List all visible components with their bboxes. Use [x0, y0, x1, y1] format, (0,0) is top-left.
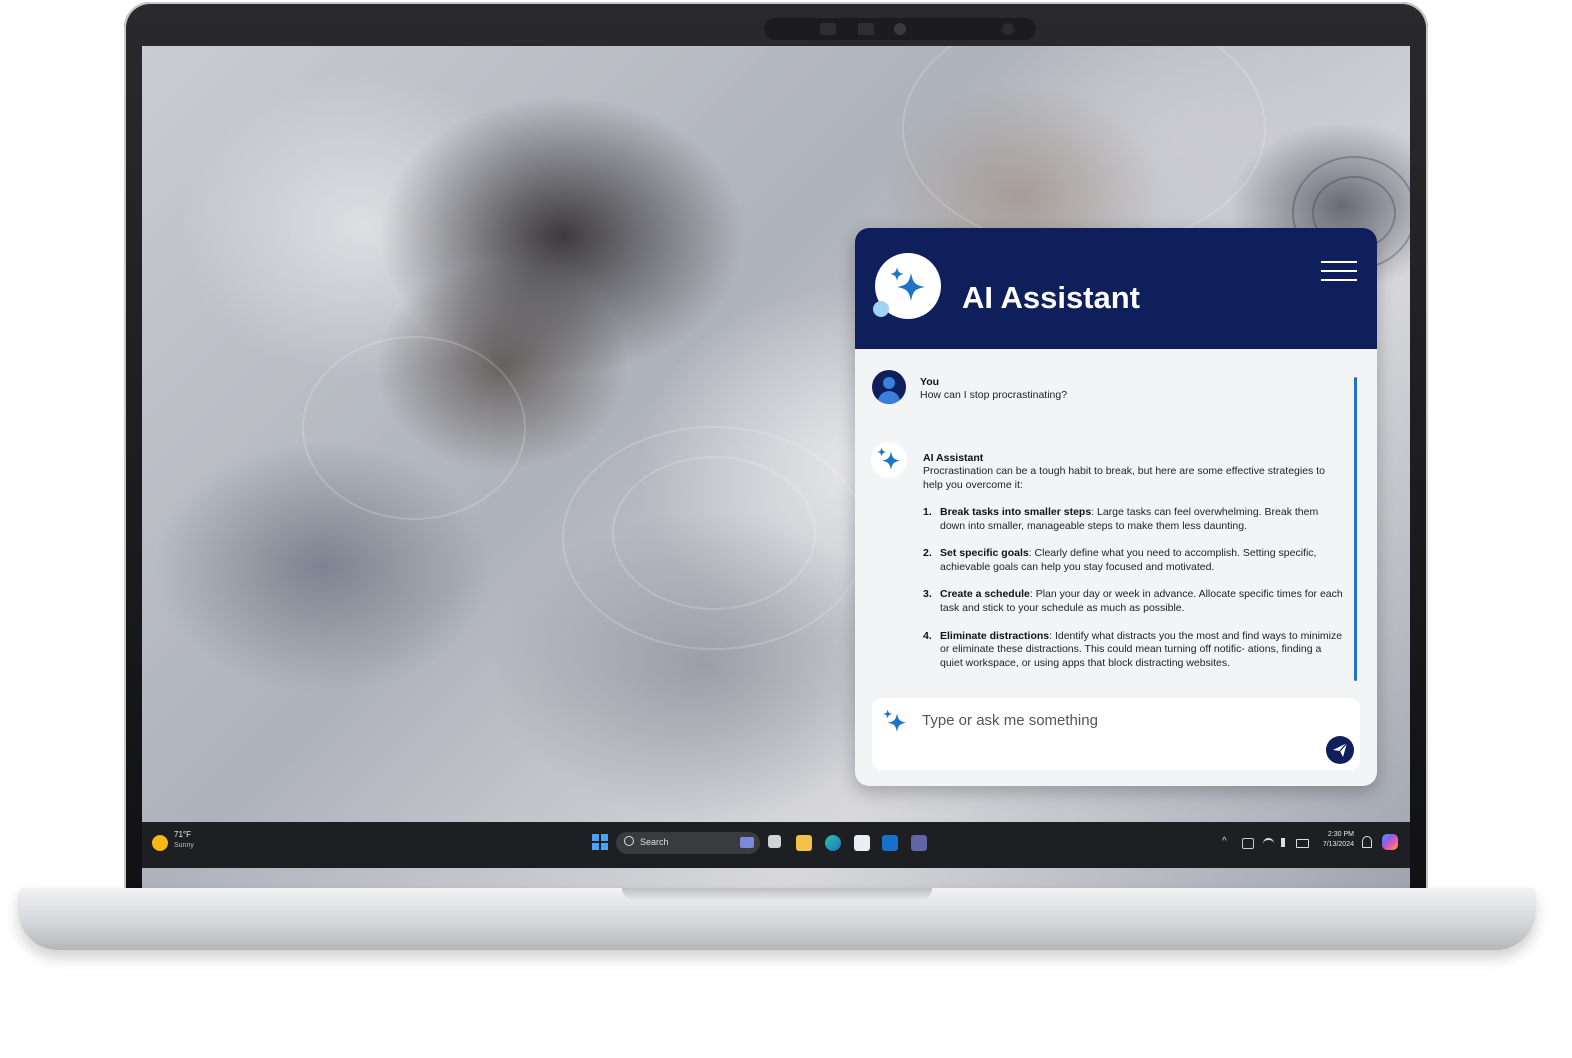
taskbar: 71°F Sunny Search ^ 2:30 PM 7/13/2024	[142, 822, 1410, 868]
send-icon	[1333, 742, 1348, 757]
copilot-icon[interactable]	[1382, 834, 1398, 850]
sparkle-icon	[877, 447, 901, 470]
chat-input[interactable]	[920, 709, 1314, 731]
strategy-list: 1. Break tasks into smaller steps: Large …	[923, 506, 1343, 684]
chevron-up-icon[interactable]: ^	[1222, 836, 1227, 847]
weather-temperature[interactable]: 71°F	[174, 830, 191, 839]
sensor-icon	[858, 23, 874, 35]
list-item-term: Set specific goals	[940, 547, 1029, 560]
hamburger-menu-icon[interactable]	[1321, 258, 1359, 284]
panel-title: AI Assistant	[962, 280, 1141, 315]
ai-message-sender: AI Assistant	[923, 452, 984, 464]
send-button[interactable]	[1326, 736, 1354, 764]
start-icon[interactable]	[592, 834, 608, 850]
ai-assistant-panel: AI Assistant You How can I stop procrast…	[855, 228, 1377, 786]
store-icon[interactable]	[854, 835, 870, 851]
list-item-term: Eliminate distractions	[940, 629, 1050, 642]
network-tray-icon[interactable]	[1242, 838, 1254, 849]
sparkle-icon	[883, 709, 907, 732]
panel-header: AI Assistant	[855, 228, 1377, 349]
list-item-term: Create a schedule	[940, 588, 1030, 601]
list-item: 2. Set specific goals: Clearly define wha…	[923, 547, 1317, 573]
camera-icon	[894, 23, 906, 35]
list-item-term: Break tasks into smaller steps	[940, 506, 1092, 518]
lid-opening-notch	[622, 888, 932, 900]
camera-lens-icon	[1002, 23, 1014, 35]
chat-scrollbar[interactable]	[1354, 377, 1357, 681]
clock-time[interactable]: 2:30 PM	[1310, 831, 1354, 838]
user-message-sender: You	[920, 376, 940, 388]
task-view-icon[interactable]	[768, 835, 781, 848]
list-item: 1. Break tasks into smaller steps: Large …	[923, 506, 1319, 532]
battery-icon[interactable]	[1296, 839, 1309, 848]
list-item: 3. Create a schedule: Plan your day or we…	[923, 588, 1343, 614]
wifi-icon[interactable]	[1263, 838, 1274, 849]
search-icon	[624, 836, 634, 846]
sun-weather-icon[interactable]	[152, 835, 168, 851]
ai-avatar-icon	[871, 442, 907, 478]
search-highlight-icon	[740, 837, 754, 848]
user-avatar-icon	[872, 370, 906, 404]
chat-input-box	[872, 698, 1360, 770]
search-label: Search	[640, 837, 669, 847]
sensor-icon	[820, 23, 836, 35]
list-item: 4. Eliminate distractions: Identify what …	[923, 629, 1343, 669]
taskbar-search[interactable]: Search	[616, 832, 760, 854]
notification-bell-icon[interactable]	[1362, 836, 1372, 848]
edge-icon[interactable]	[825, 835, 841, 851]
webcam-bar	[764, 18, 1036, 40]
logo-accent-dot	[873, 301, 889, 317]
chat-conversation: You How can I stop procrastinating? AI A…	[855, 349, 1377, 689]
user-message-text: How can I stop procrastinating?	[920, 389, 1068, 401]
laptop-base	[18, 888, 1536, 950]
ai-message-intro: Procrastination can be a tough habit to …	[923, 465, 1325, 491]
ai-assistant-logo	[873, 253, 941, 319]
volume-icon[interactable]	[1281, 838, 1295, 847]
weather-condition[interactable]: Sunny	[174, 842, 194, 849]
outlook-icon[interactable]	[882, 835, 898, 851]
sparkle-icon	[890, 267, 925, 301]
file-explorer-icon[interactable]	[796, 835, 812, 851]
teams-icon[interactable]	[911, 835, 927, 851]
clock-date[interactable]: 7/13/2024	[1310, 841, 1354, 848]
